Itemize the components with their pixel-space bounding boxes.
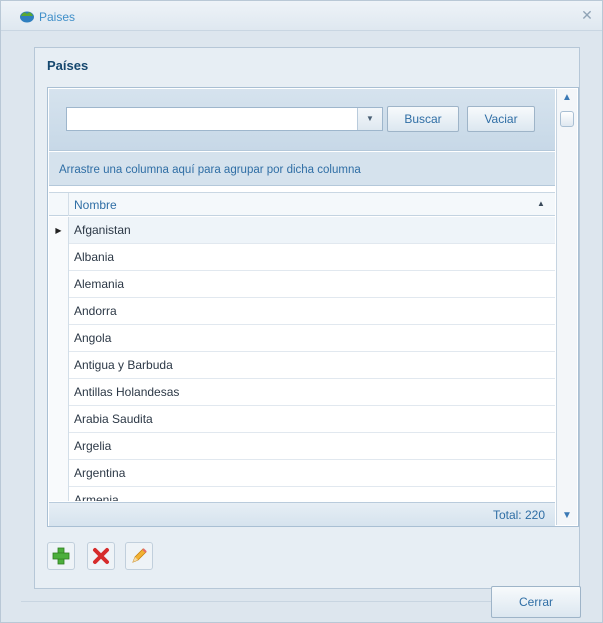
grid-footer: Total: 220 [49,502,555,526]
add-button[interactable] [47,542,75,570]
row-country-name: Antillas Holandesas [74,385,180,399]
row-country-name: Antigua y Barbuda [74,358,173,372]
row-indicator-cell [49,379,69,406]
row-country-name: Afganistan [74,223,131,237]
row-indicator-cell [49,352,69,379]
title-bar: Paises ✕ [1,1,602,31]
row-indicator-cell [49,298,69,325]
row-country-name: Andorra [74,304,117,318]
scroll-up-icon[interactable]: ▲ [557,89,577,107]
table-row[interactable]: Andorra [49,298,555,325]
row-indicator-cell [49,460,69,487]
row-indicator-cell [49,271,69,298]
row-country-name: Alemania [74,277,125,291]
close-x-icon[interactable]: ✕ [580,8,594,22]
table-row[interactable]: Argelia [49,433,555,460]
buscar-button[interactable]: Buscar [387,106,459,132]
scroll-thumb[interactable] [560,111,574,127]
table-row[interactable]: Albania [49,244,555,271]
vertical-scrollbar[interactable]: ▲ ▼ [556,89,577,525]
row-indicator-cell [49,433,69,460]
scroll-down-icon[interactable]: ▼ [557,507,577,525]
table-row[interactable]: Argentina [49,460,555,487]
table-row[interactable]: Angola [49,325,555,352]
row-country-name: Albania [74,250,115,264]
current-row-icon: ▶ [49,217,69,244]
delete-button[interactable] [87,542,115,570]
app-globe-icon [20,11,34,23]
row-country-name: Angola [74,331,112,345]
header-indicator-cell [49,193,69,216]
delete-x-icon [93,548,109,564]
sort-ascending-icon: ▲ [537,199,545,208]
table-row[interactable]: ▶ Afganistan [49,217,555,244]
row-country-name: Arabia Saudita [74,412,153,426]
window-title: Paises [39,10,76,24]
edit-pencil-icon [132,548,147,563]
column-header-nombre[interactable]: Nombre ▲ [49,192,555,216]
row-indicator-cell [49,325,69,352]
chevron-down-icon[interactable]: ▼ [357,108,382,130]
table-row[interactable]: Armenia [49,487,555,501]
countries-grid: ▼ Buscar Vaciar ▲ ▼ Arrastre una columna… [47,87,579,527]
row-indicator-cell [49,244,69,271]
row-country-name: Argelia [74,439,112,453]
row-indicator-cell [49,487,69,501]
grid-rows: ▶ Afganistan Albania Alemania Andorra An… [49,217,555,501]
column-header-label: Nombre [74,198,117,212]
add-plus-icon [52,547,70,565]
search-combo[interactable]: ▼ [66,107,383,131]
row-country-name: Argentina [74,466,126,480]
group-by-hint: Arrastre una columna aquí para agrupar p… [59,164,361,176]
group-title: Países [47,58,89,73]
search-panel: ▼ Buscar Vaciar [49,89,555,151]
group-by-panel[interactable]: Arrastre una columna aquí para agrupar p… [49,152,555,186]
row-indicator-cell [49,406,69,433]
table-row[interactable]: Arabia Saudita [49,406,555,433]
table-row[interactable]: Alemania [49,271,555,298]
edit-button[interactable] [125,542,153,570]
dialog-window: Paises ✕ Países ▼ Buscar Vaciar ▲ ▼ Arra… [0,0,603,623]
row-country-name: Armenia [74,493,119,501]
total-count: Total: 220 [492,508,545,522]
cerrar-button[interactable]: Cerrar [491,586,581,618]
vaciar-button[interactable]: Vaciar [467,106,535,132]
table-row[interactable]: Antigua y Barbuda [49,352,555,379]
table-row[interactable]: Antillas Holandesas [49,379,555,406]
